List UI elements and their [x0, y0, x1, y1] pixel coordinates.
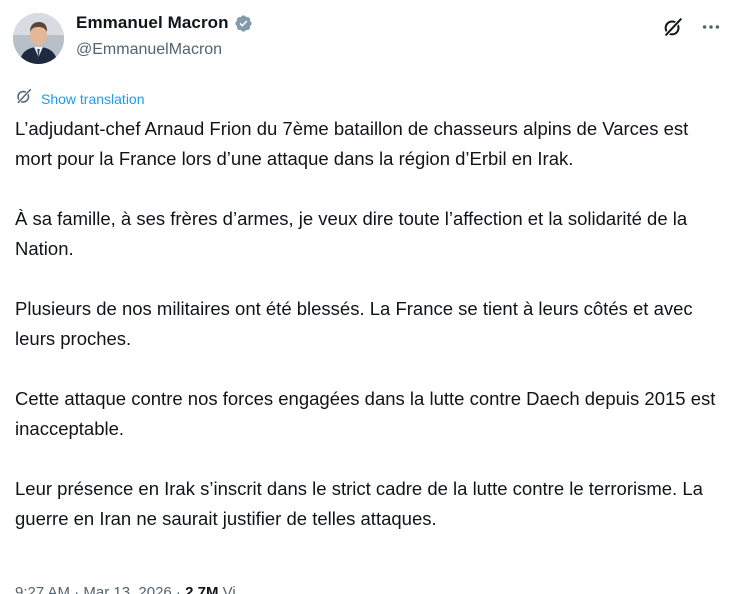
author-avatar[interactable] — [13, 13, 64, 64]
tweet-top-actions — [660, 14, 724, 40]
tweet-paragraph: Plusieurs de nos militaires ont été bles… — [15, 298, 693, 349]
author-name-row: Emmanuel Macron — [76, 13, 253, 33]
tweet-paragraph: Leur présence en Irak s’inscrit dans le … — [15, 478, 703, 529]
verified-badge-icon[interactable] — [234, 14, 253, 33]
tweet-paragraph: L’adjudant-chef Arnaud Frion du 7ème bat… — [15, 118, 689, 169]
tweet-paragraph: À sa famille, à ses frères d’armes, je v… — [15, 208, 688, 259]
avatar-image — [13, 13, 64, 64]
author-handle[interactable]: @EmmanuelMacron — [76, 41, 222, 59]
more-options-icon[interactable] — [698, 14, 724, 40]
translate-icon — [15, 87, 33, 110]
grok-icon[interactable] — [660, 14, 686, 40]
tweet-paragraph: Cette attaque contre nos forces engagées… — [15, 388, 716, 439]
tweet-text: L’adjudant-chef Arnaud Frion du 7ème bat… — [15, 114, 727, 534]
views-label: Vi — [218, 584, 236, 594]
view-count: 2.7M — [185, 584, 219, 594]
show-translation-row[interactable]: Show translation — [15, 87, 145, 110]
tweet-meta: 9:27 AM · Mar 13, 2026 · 2.7M Vi — [15, 584, 236, 594]
show-translation-link[interactable]: Show translation — [41, 91, 145, 107]
author-display-name[interactable]: Emmanuel Macron — [76, 13, 229, 33]
tweet-timestamp[interactable]: 9:27 AM · Mar 13, 2026 · — [15, 584, 185, 594]
